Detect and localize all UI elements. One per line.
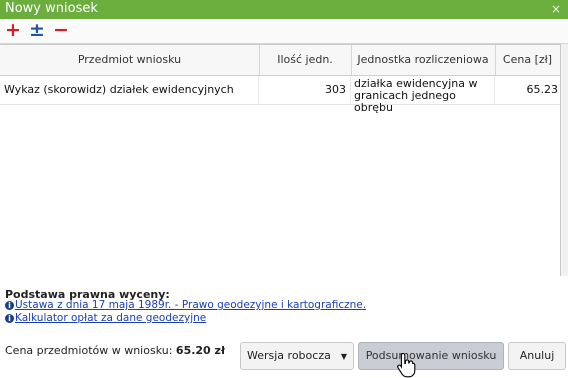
draft-label: Wersja robocza	[247, 349, 331, 362]
cell-price: 65.23	[526, 83, 559, 96]
summary-value: 65.20 zł	[175, 344, 226, 357]
table-row[interactable]: Wykaz (skorowidz) działek ewidencyjnych …	[0, 76, 560, 114]
calculator-link-row: i Kalkulator opłat za dane geodezyjne	[5, 312, 206, 324]
cancel-button[interactable]: Anuluj	[508, 342, 566, 370]
column-header-item[interactable]: Przedmiot wniosku	[0, 45, 260, 75]
summary-label: Cena przedmiotów w wniosku:	[5, 344, 173, 357]
plus-icon[interactable]: +	[3, 20, 23, 40]
cell-item: Wykaz (skorowidz) działek ewidencyjnych	[0, 76, 259, 104]
grid-header: Przedmiot wniosku Ilość jedn. Jednostka …	[0, 45, 560, 76]
info-icon: i	[5, 301, 14, 310]
close-icon[interactable]: ×	[551, 2, 561, 16]
cell-qty: 303	[259, 76, 351, 104]
law-link[interactable]: Ustawa z dnia 17 maja 1989r. - Prawo geo…	[15, 299, 366, 311]
cell-unit: działka ewidencyjna w granicach jednego …	[351, 76, 495, 114]
window-title: Nowy wniosek	[5, 1, 98, 16]
items-grid: Przedmiot wniosku Ilość jedn. Jednostka …	[0, 44, 561, 277]
summarize-request-button[interactable]: Podsumowanie wniosku	[358, 342, 504, 370]
plus-minus-icon[interactable]: ±	[27, 20, 47, 40]
price-summary: Cena przedmiotów w wniosku: 65.20 zł	[5, 344, 225, 357]
vertical-scrollbar[interactable]	[561, 44, 568, 276]
footer-panel: Podstawa prawna wyceny: i Ustawa z dnia 1…	[0, 276, 568, 378]
info-icon: i	[5, 314, 14, 323]
title-bar: Nowy wniosek ×	[0, 0, 568, 19]
toolbar: + ± −	[0, 19, 568, 44]
minus-icon[interactable]: −	[51, 20, 71, 40]
draft-version-button[interactable]: Wersja robocza ▼	[240, 342, 354, 370]
legal-link-row: i Ustawa z dnia 17 maja 1989r. - Prawo ge…	[5, 299, 366, 311]
column-header-qty[interactable]: Ilość jedn.	[259, 45, 352, 75]
hand-cursor-icon	[397, 352, 416, 378]
calculator-link[interactable]: Kalkulator opłat za dane geodezyjne	[15, 312, 206, 324]
column-header-unit[interactable]: Jednostka rozliczeniowa	[351, 45, 496, 75]
column-header-price[interactable]: Cena [zł]	[495, 45, 560, 75]
chevron-down-icon: ▼	[340, 352, 347, 361]
